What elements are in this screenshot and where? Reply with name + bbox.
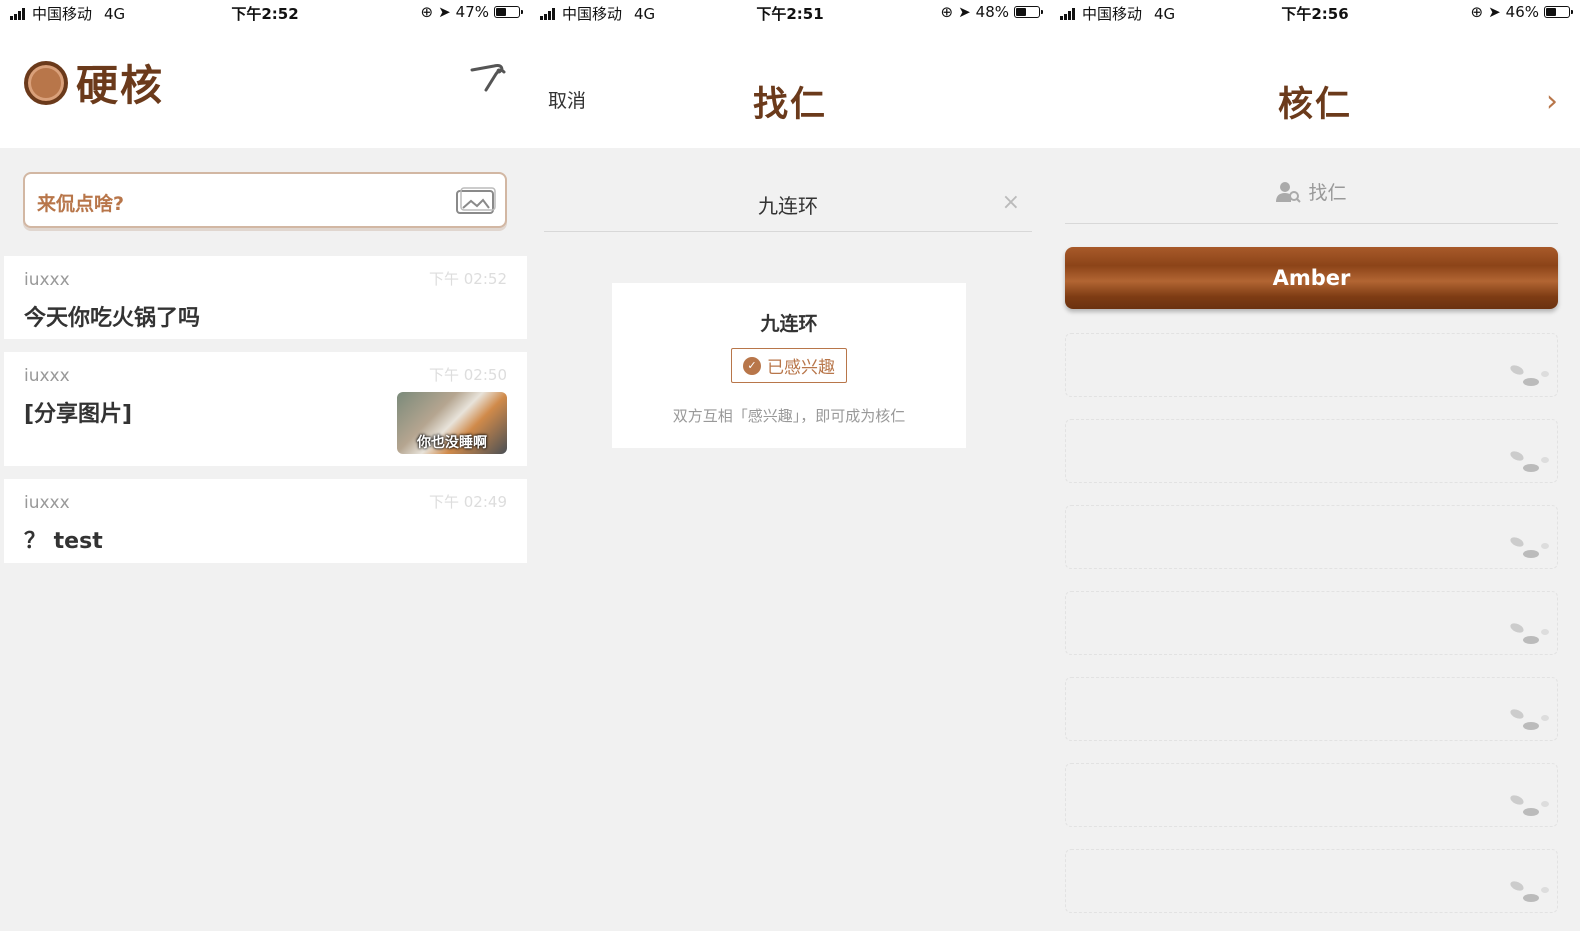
post-item[interactable]: iuxxx 下午 02:52 今天你吃火锅了吗 xyxy=(4,256,527,339)
post-content: [分享图片] xyxy=(24,402,133,427)
friend-item[interactable]: Amber xyxy=(1065,247,1558,309)
result-card: 九连环 ✓ 已感兴趣 双方互相「感兴趣」，即可成为核仁 xyxy=(612,283,966,448)
battery-percent: 48% xyxy=(975,3,1009,21)
empty-friend-slot xyxy=(1065,849,1558,913)
post-image-thumbnail[interactable]: 你也没睡啊 xyxy=(397,392,507,454)
compose-placeholder: 来侃点啥? xyxy=(37,193,125,215)
lock-rotation-icon: ⊕ xyxy=(420,3,434,21)
person-search-icon xyxy=(1276,181,1302,203)
find-screen: 中国移动 4G 下午2:51 ⊕ ➤ 48% 取消 找仁 九连环 × 九连环 ✓… xyxy=(530,0,1050,931)
post-item[interactable]: iuxxx 下午 02:49 ？ test xyxy=(4,479,527,563)
page-title: 找仁 xyxy=(752,85,827,125)
lock-rotation-icon: ⊕ xyxy=(940,3,954,21)
find-friend-label: 找仁 xyxy=(1308,182,1347,204)
post-time: 下午 02:52 xyxy=(429,270,507,288)
post-author: iuxxx xyxy=(24,270,70,290)
empty-friend-slot xyxy=(1065,763,1558,827)
nuts-icon xyxy=(1510,365,1549,386)
close-icon[interactable]: × xyxy=(1002,190,1020,215)
check-icon: ✓ xyxy=(743,356,761,375)
nuts-icon xyxy=(1510,881,1549,902)
nuts-icon xyxy=(1510,709,1549,730)
find-friend-button[interactable]: 找仁 xyxy=(1065,160,1558,224)
battery-percent: 46% xyxy=(1505,3,1539,21)
image-icon[interactable] xyxy=(455,187,497,215)
lock-rotation-icon: ⊕ xyxy=(1470,3,1484,21)
feed-screen: 中国移动 4G 下午2:52 ⊕ ➤ 47% 硬核 来侃点啥? iuxxx 下午… xyxy=(0,0,530,931)
result-hint: 双方互相「感兴趣」，即可成为核仁 xyxy=(672,407,906,425)
empty-friend-slot xyxy=(1065,677,1558,741)
empty-friend-slot xyxy=(1065,333,1558,397)
page-title: 核仁 xyxy=(1277,85,1352,125)
result-name: 九连环 xyxy=(760,313,818,335)
status-bar: 中国移动 4G 下午2:51 ⊕ ➤ 48% xyxy=(530,0,1050,26)
friends-screen: 中国移动 4G 下午2:56 ⊕ ➤ 46% 核仁 › 找仁 Amber xyxy=(1050,0,1580,931)
app-title: 硬核 xyxy=(76,61,165,110)
nuts-icon xyxy=(1510,795,1549,816)
compose-input[interactable]: 来侃点啥? xyxy=(23,172,507,228)
post-author: iuxxx xyxy=(24,366,70,386)
post-author: iuxxx xyxy=(24,493,70,513)
battery-icon xyxy=(1544,6,1573,18)
status-bar: 中国移动 4G 下午2:52 ⊕ ➤ 47% xyxy=(0,0,530,26)
location-icon: ➤ xyxy=(1488,3,1501,21)
app-logo: 硬核 xyxy=(24,52,164,113)
interested-label: 已感兴趣 xyxy=(767,358,835,378)
nutcracker-icon[interactable] xyxy=(468,56,508,96)
friend-name: Amber xyxy=(1272,266,1351,290)
search-value[interactable]: 九连环 xyxy=(544,190,1032,219)
search-input[interactable]: 九连环 × xyxy=(544,180,1032,232)
post-content: ？ test xyxy=(24,529,103,554)
battery-percent: 47% xyxy=(455,3,489,21)
empty-friend-slot xyxy=(1065,591,1558,655)
empty-friend-slot xyxy=(1065,505,1558,569)
post-time: 下午 02:50 xyxy=(429,366,507,384)
status-bar: 中国移动 4G 下午2:56 ⊕ ➤ 46% xyxy=(1050,0,1580,26)
thumbnail-caption: 你也没睡啊 xyxy=(417,435,487,451)
post-item[interactable]: iuxxx 下午 02:50 [分享图片] 你也没睡啊 xyxy=(4,352,527,466)
nuts-icon xyxy=(1510,451,1549,472)
battery-icon xyxy=(494,6,523,18)
nuts-icon xyxy=(1510,537,1549,558)
chevron-right-icon[interactable]: › xyxy=(1546,84,1558,119)
location-icon: ➤ xyxy=(958,3,971,21)
battery-icon xyxy=(1014,6,1043,18)
post-time: 下午 02:49 xyxy=(429,493,507,511)
interested-button[interactable]: ✓ 已感兴趣 xyxy=(731,348,847,383)
nut-logo-icon xyxy=(24,60,68,105)
empty-friend-slot xyxy=(1065,419,1558,483)
location-icon: ➤ xyxy=(438,3,451,21)
post-content: 今天你吃火锅了吗 xyxy=(24,306,201,331)
nuts-icon xyxy=(1510,623,1549,644)
